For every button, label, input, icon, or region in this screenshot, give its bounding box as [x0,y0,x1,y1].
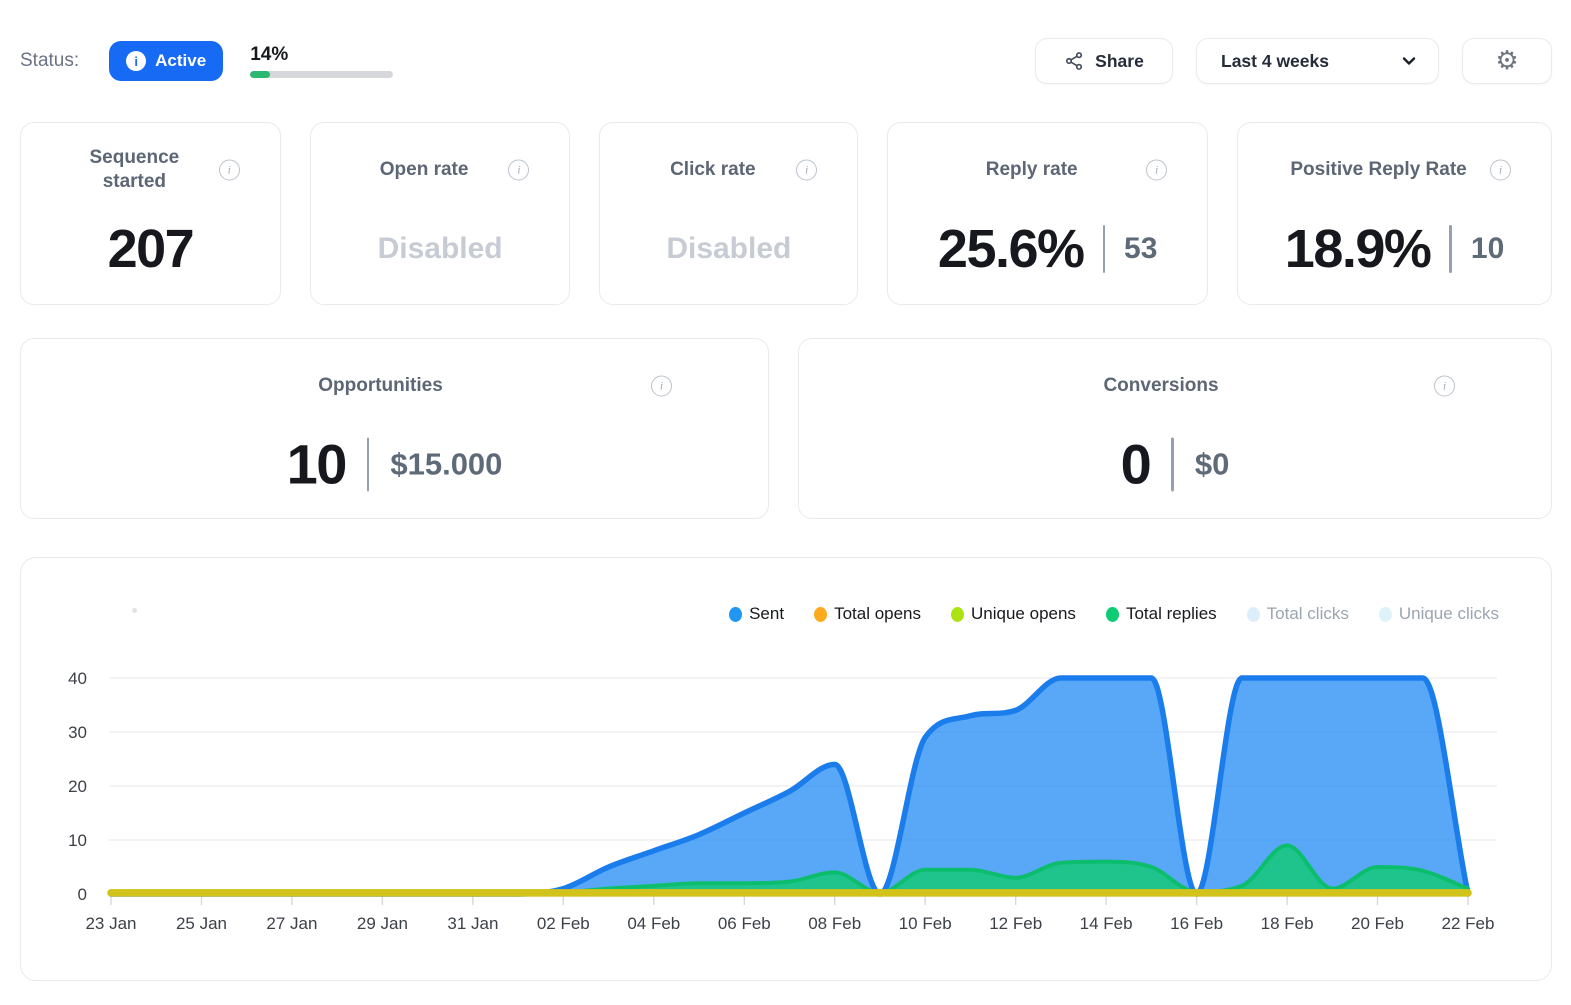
info-icon[interactable]: i [1146,159,1168,181]
legend-label: Total opens [834,604,922,623]
y-axis-label: 0 [78,885,87,904]
share-icon [1066,52,1083,70]
card-secondary-value: $0 [1194,446,1230,481]
x-axis-label: 20 Feb [1351,914,1404,933]
x-axis-label: 29 Jan [357,914,408,933]
conversions-card: Conversions i 0 $0 [798,338,1552,519]
x-axis-label: 22 Feb [1442,914,1495,933]
legend-item-unique-clicks[interactable]: Unique clicks [1378,604,1499,624]
progress-bar [250,71,394,78]
opportunities-card: Opportunities i 10 $15.000 [20,338,769,519]
y-axis-label: 30 [68,723,87,742]
legend-dot [1378,606,1392,622]
campaign-analytics-page: Status: i Active 14% Share Last 4 weeks [0,38,1571,981]
y-axis-label: 40 [68,669,87,688]
stat-card-open-rate: Open rate i Disabled [309,122,571,305]
info-icon[interactable]: i [1434,375,1455,397]
legend-item-total-replies[interactable]: Total replies [1105,604,1217,624]
progress-block: 14% [250,44,394,78]
x-axis-label: 31 Jan [447,914,498,933]
value-separator [366,437,370,491]
stat-card-reply-rate: Reply rate i 25.6% 53 [887,122,1209,305]
x-axis-label: 12 Feb [989,914,1042,933]
x-axis-label: 04 Feb [627,914,680,933]
card-value: 207 [107,219,195,279]
progress-fill [250,71,271,78]
settings-button[interactable]: ⚙︎ [1462,38,1552,84]
stat-card-click-rate: Click rate i Disabled [599,122,859,305]
value-separator [1171,437,1174,491]
legend-item-unique-opens[interactable]: Unique opens [951,604,1076,624]
stat-card-positive-reply-rate: Positive Reply Rate i 18.9% 10 [1237,122,1552,305]
x-axis-label: 06 Feb [718,914,771,933]
info-icon[interactable]: i [796,159,818,181]
x-axis-label: 27 Jan [266,914,317,933]
x-axis-label: 18 Feb [1261,914,1314,933]
legend-dot [951,606,965,622]
y-axis-label: 20 [68,777,87,796]
card-value: 25.6% [937,219,1085,279]
card-secondary-value: 10 [1470,232,1505,265]
legend-item-total-opens[interactable]: Total opens [814,604,921,624]
legend-label: Total clicks [1266,604,1349,623]
share-label: Share [1095,50,1144,71]
status-active-button[interactable]: i Active [109,41,224,81]
card-secondary-value: $15.000 [390,446,503,481]
topbar-actions: Share Last 4 weeks ⚙︎ [1035,38,1552,84]
card-disabled-value: Disabled [666,232,792,265]
x-axis-label: 10 Feb [899,914,952,933]
chart-legend: Sent Total opens Unique opens Total replies… [729,604,1499,624]
legend-label: Unique clicks [1398,604,1499,623]
topbar: Status: i Active 14% Share Last 4 weeks [20,38,1552,84]
card-title: Sequence started [89,147,180,193]
date-range-value: Last 4 weeks [1221,50,1329,71]
legend-label: Unique opens [971,604,1076,623]
card-title: Open rate [379,158,469,180]
card-secondary-value: 53 [1124,232,1158,265]
info-icon: i [126,51,147,71]
legend-label: Total replies [1125,604,1217,623]
stat-card-row: Sequence started i 207 Open rate i Disab… [20,122,1552,305]
legend-item-sent[interactable]: Sent [729,604,784,624]
share-button[interactable]: Share [1035,38,1173,84]
info-icon[interactable]: i [651,375,672,397]
x-axis-label: 02 Feb [537,914,590,933]
info-icon[interactable]: i [508,159,530,181]
card-title: Click rate [670,158,756,180]
card-disabled-value: Disabled [377,232,503,265]
x-axis-label: 23 Jan [85,914,136,933]
wide-card-row: Opportunities i 10 $15.000 Conversions i… [20,338,1552,519]
legend-dot [1105,606,1119,622]
progress-percent: 14% [250,44,289,65]
card-value: 0 [1120,432,1152,496]
info-icon[interactable]: i [218,159,240,181]
x-axis-label: 16 Feb [1170,914,1223,933]
status-value: Active [155,51,207,70]
gear-icon: ⚙︎ [1495,46,1519,76]
x-axis-label: 25 Jan [176,914,227,933]
analytics-chart-card: Sent Total opens Unique opens Total replies… [20,557,1552,981]
card-value: 18.9% [1284,219,1432,279]
legend-dot [814,606,828,622]
stat-card-sequence-started: Sequence started i 207 [20,122,281,305]
info-icon[interactable]: i [1490,159,1511,181]
legend-label: Sent [749,604,785,623]
y-axis-label: 10 [68,831,87,850]
legend-item-total-clicks[interactable]: Total clicks [1246,604,1349,624]
x-axis-label: 08 Feb [808,914,861,933]
status-label: Status: [20,50,80,71]
legend-dot [1246,606,1260,622]
value-separator [1102,225,1106,273]
value-separator [1449,225,1452,273]
x-axis-label: 14 Feb [1080,914,1133,933]
card-value: 10 [286,432,348,496]
legend-dot [729,606,743,622]
date-range-dropdown[interactable]: Last 4 weeks [1196,38,1439,84]
chevron-down-icon [1402,57,1416,65]
